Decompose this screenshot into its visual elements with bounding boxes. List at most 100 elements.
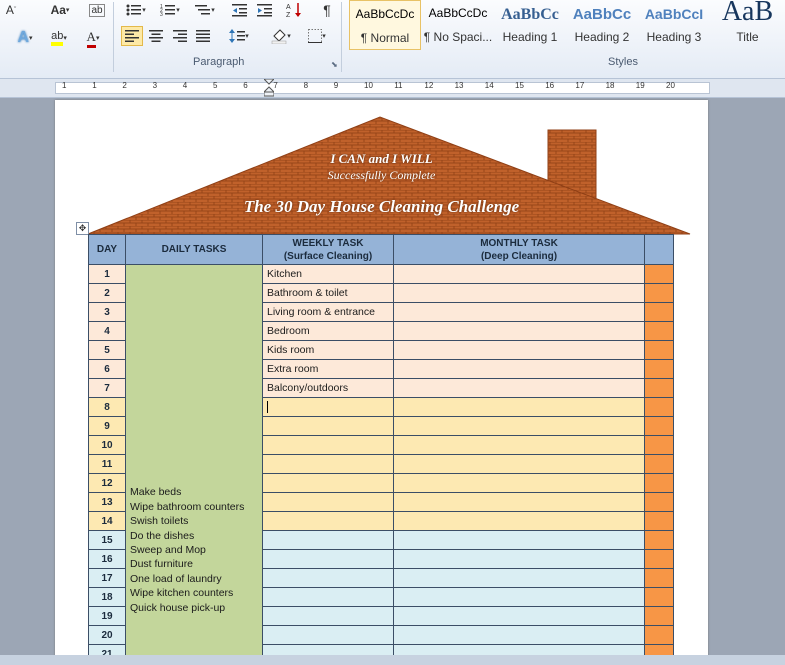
monthly-task-cell[interactable] [393, 340, 645, 360]
accent-cell[interactable] [644, 359, 674, 379]
text-effects-button[interactable]: A ▾ [10, 28, 40, 48]
line-spacing-button[interactable]: ▾ [224, 26, 254, 46]
monthly-task-cell[interactable] [393, 492, 645, 512]
weekly-task-cell[interactable]: Kitchen [262, 264, 394, 284]
clear-formatting-button[interactable]: ab [86, 0, 108, 20]
day-cell[interactable]: 1 [88, 264, 126, 284]
accent-cell[interactable] [644, 283, 674, 303]
monthly-task-cell[interactable] [393, 530, 645, 550]
weekly-task-cell[interactable] [262, 549, 394, 569]
monthly-task-cell[interactable] [393, 587, 645, 607]
day-cell[interactable]: 7 [88, 378, 126, 398]
horizontal-ruler[interactable]: 1 1 2 3 4 5 6 7 8 9 10 11 12 13 14 15 16 17 18 19 20 [0, 79, 785, 98]
monthly-task-cell[interactable] [393, 473, 645, 493]
monthly-task-cell[interactable] [393, 416, 645, 436]
center-button[interactable] [145, 26, 167, 46]
monthly-task-cell[interactable] [393, 302, 645, 322]
day-cell[interactable]: 5 [88, 340, 126, 360]
indent-marker-icon[interactable] [264, 79, 274, 97]
shrink-font-button[interactable]: Aˇ [0, 0, 22, 20]
monthly-task-cell[interactable] [393, 625, 645, 645]
day-cell[interactable]: 11 [88, 454, 126, 474]
accent-cell[interactable] [644, 435, 674, 455]
day-cell[interactable]: 8 [88, 397, 126, 417]
weekly-task-cell[interactable] [262, 454, 394, 474]
style-heading-1[interactable]: AaBbCc Heading 1 [494, 0, 566, 50]
align-right-button[interactable] [169, 26, 191, 46]
day-cell[interactable]: 10 [88, 435, 126, 455]
day-cell[interactable]: 12 [88, 473, 126, 493]
day-cell[interactable]: 9 [88, 416, 126, 436]
justify-button[interactable] [192, 26, 214, 46]
weekly-task-cell[interactable] [262, 511, 394, 531]
accent-cell[interactable] [644, 587, 674, 607]
day-cell[interactable]: 4 [88, 321, 126, 341]
monthly-task-cell[interactable] [393, 264, 645, 284]
accent-cell[interactable] [644, 473, 674, 493]
highlight-button[interactable]: ab ▾ [44, 28, 74, 48]
font-color-button[interactable]: A ▾ [80, 28, 106, 48]
borders-button[interactable]: ▾ [302, 26, 332, 46]
day-cell[interactable]: 3 [88, 302, 126, 322]
weekly-task-cell[interactable]: Balcony/outdoors [262, 378, 394, 398]
monthly-task-cell[interactable] [393, 397, 645, 417]
weekly-task-cell[interactable] [262, 416, 394, 436]
monthly-task-cell[interactable] [393, 568, 645, 588]
monthly-task-cell[interactable] [393, 454, 645, 474]
multilevel-list-button[interactable]: ▾ [190, 0, 220, 20]
weekly-task-cell[interactable] [262, 606, 394, 626]
monthly-task-cell[interactable] [393, 511, 645, 531]
monthly-task-cell[interactable] [393, 283, 645, 303]
style-heading-2[interactable]: AaBbCc Heading 2 [566, 0, 638, 50]
day-cell[interactable]: 16 [88, 549, 126, 569]
weekly-task-cell[interactable] [262, 397, 394, 417]
accent-cell[interactable] [644, 321, 674, 341]
change-case-button[interactable]: Aa ▾ [46, 0, 74, 20]
day-cell[interactable]: 14 [88, 511, 126, 531]
day-cell[interactable]: 20 [88, 625, 126, 645]
accent-cell[interactable] [644, 625, 674, 645]
show-hide-button[interactable]: ¶ [316, 0, 338, 20]
monthly-task-cell[interactable] [393, 606, 645, 626]
accent-cell[interactable] [644, 568, 674, 588]
accent-cell[interactable] [644, 511, 674, 531]
day-cell[interactable]: 2 [88, 283, 126, 303]
accent-cell[interactable] [644, 378, 674, 398]
weekly-task-cell[interactable]: Extra room [262, 359, 394, 379]
accent-cell[interactable] [644, 492, 674, 512]
weekly-task-cell[interactable] [262, 492, 394, 512]
weekly-task-cell[interactable]: Bathroom & toilet [262, 283, 394, 303]
monthly-task-cell[interactable] [393, 435, 645, 455]
accent-cell[interactable] [644, 606, 674, 626]
weekly-task-cell[interactable]: Living room & entrance [262, 302, 394, 322]
weekly-task-cell[interactable] [262, 530, 394, 550]
weekly-task-cell[interactable] [262, 435, 394, 455]
monthly-task-cell[interactable] [393, 378, 645, 398]
style-heading-3[interactable]: AaBbCcI Heading 3 [638, 0, 710, 50]
shading-button[interactable]: ▾ [266, 26, 296, 46]
increase-indent-button[interactable] [254, 0, 276, 20]
daily-tasks-cell[interactable]: Make beds Wipe bathroom counters Swish toi… [125, 264, 263, 664]
monthly-task-cell[interactable] [393, 549, 645, 569]
accent-cell[interactable] [644, 416, 674, 436]
day-cell[interactable]: 19 [88, 606, 126, 626]
day-cell[interactable]: 17 [88, 568, 126, 588]
weekly-task-cell[interactable] [262, 473, 394, 493]
decrease-indent-button[interactable] [229, 0, 251, 20]
accent-cell[interactable] [644, 302, 674, 322]
monthly-task-cell[interactable] [393, 321, 645, 341]
style-normal[interactable]: AaBbCcDc ¶ Normal [349, 0, 421, 50]
accent-cell[interactable] [644, 454, 674, 474]
paragraph-launcher-icon[interactable]: ⬊ [331, 60, 338, 69]
weekly-task-cell[interactable]: Kids room [262, 340, 394, 360]
numbering-button[interactable]: 1 2 3 ▾ [155, 0, 185, 20]
weekly-task-cell[interactable] [262, 625, 394, 645]
weekly-task-cell[interactable] [262, 587, 394, 607]
day-cell[interactable]: 15 [88, 530, 126, 550]
weekly-task-cell[interactable] [262, 568, 394, 588]
style-no-spacing[interactable]: AaBbCcDc ¶ No Spaci... [422, 0, 494, 50]
day-cell[interactable]: 13 [88, 492, 126, 512]
day-cell[interactable]: 18 [88, 587, 126, 607]
document-page[interactable]: I CAN and I WILL Successfully Complete T… [55, 100, 708, 665]
accent-cell[interactable] [644, 340, 674, 360]
